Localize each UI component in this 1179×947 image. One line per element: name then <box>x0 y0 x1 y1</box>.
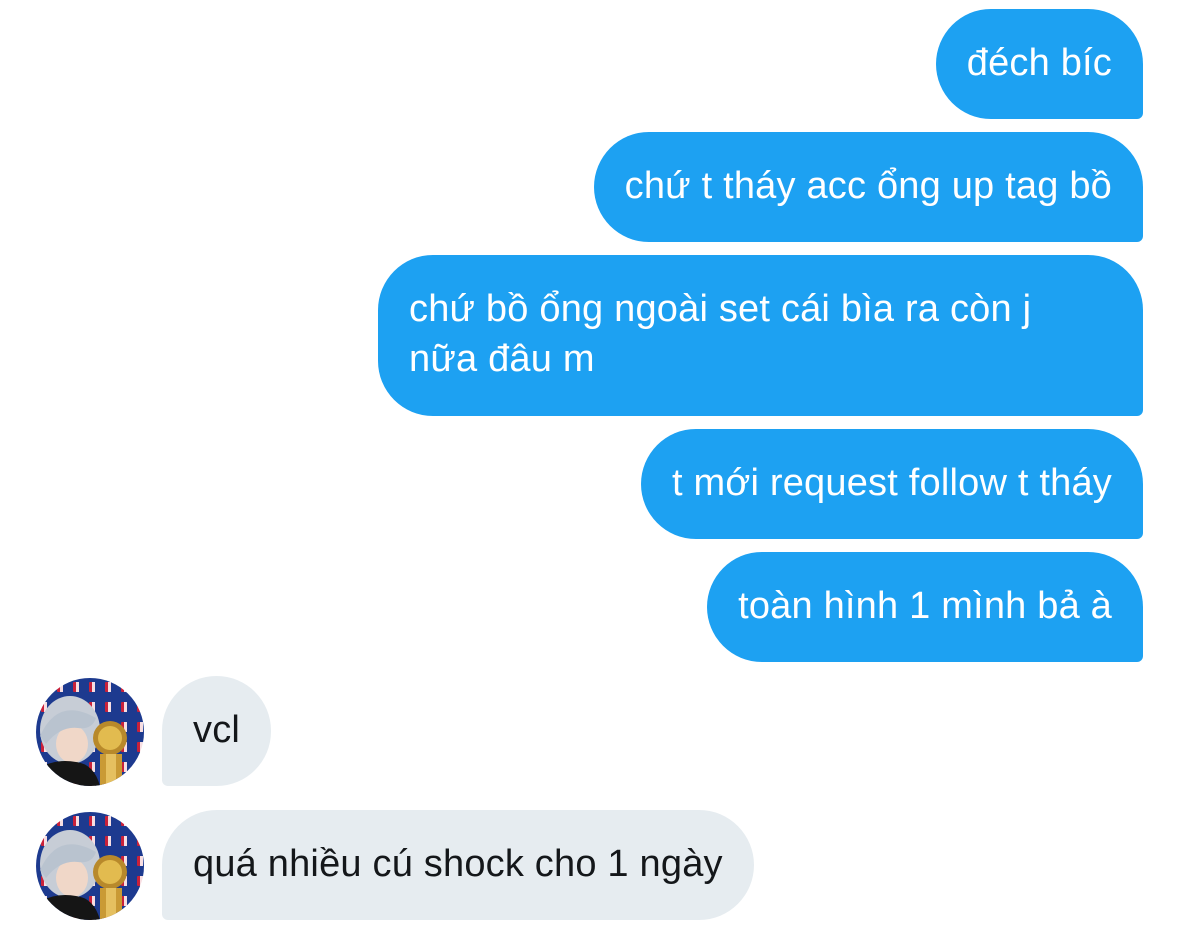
sent-message-bubble[interactable]: toàn hình 1 mình bả à <box>707 552 1143 662</box>
sent-message-bubble[interactable]: chứ bồ ổng ngoài set cái bìa ra còn j nữ… <box>378 255 1143 416</box>
sent-message-bubble[interactable]: chứ t tháy acc ổng up tag bồ <box>593 132 1143 242</box>
received-message-bubble[interactable]: quá nhiều cú shock cho 1 ngày <box>162 810 754 920</box>
avatar[interactable] <box>36 678 144 786</box>
contact-avatar-photo-icon <box>36 812 144 920</box>
contact-avatar-photo-icon <box>36 678 144 786</box>
sent-message-bubble[interactable]: t mới request follow t tháy <box>640 429 1143 539</box>
avatar[interactable] <box>36 812 144 920</box>
sent-message-bubble[interactable]: đéch bíc <box>935 9 1143 119</box>
received-message-bubble[interactable]: vcl <box>162 676 272 786</box>
